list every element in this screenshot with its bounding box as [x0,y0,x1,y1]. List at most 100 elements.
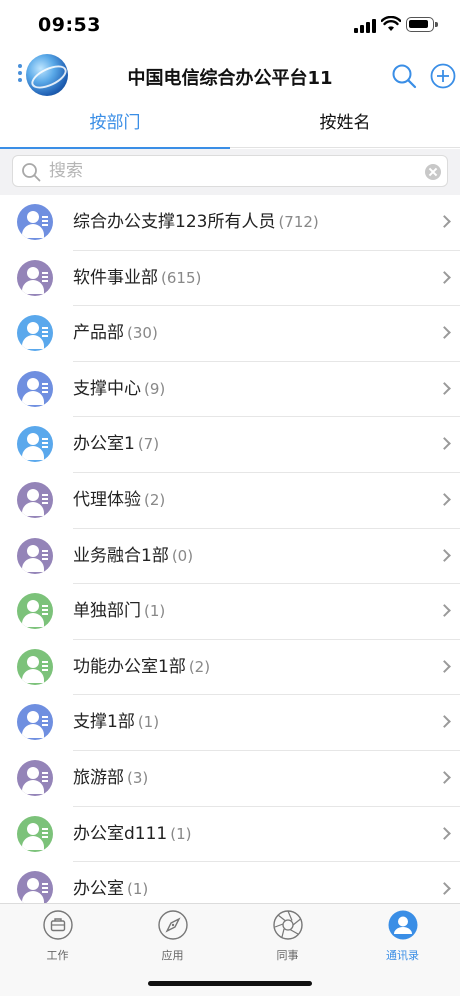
department-label: 功能办公室1部 [73,656,186,677]
department-label: 支撑中心 [73,378,141,399]
department-name: 代理体验 (2) [73,473,165,528]
department-count: (2) [188,657,211,676]
department-name: 业务融合1部 (0) [73,529,193,584]
search-bar [0,149,460,195]
chevron-right-icon [438,270,451,284]
department-row[interactable]: 综合办公支撑123所有人员 (712) [0,195,460,251]
department-label: 代理体验 [73,489,141,510]
chevron-right-icon [438,826,451,840]
department-label: 办公室d111 [73,823,168,844]
department-avatar-icon [17,759,53,796]
department-avatar-icon [17,204,53,240]
chevron-right-icon [438,437,451,451]
segment-tabs: 按部门 按姓名 [0,100,460,149]
department-count: (712) [278,213,319,231]
department-count: (7) [137,435,160,454]
department-avatar-icon [17,259,53,296]
chevron-right-icon [438,659,451,673]
department-label: 产品部 [73,323,124,344]
chevron-right-icon [438,493,451,506]
department-row[interactable]: 办公室d111 (1) [0,807,460,863]
department-count: (1) [144,602,166,621]
department-count: (0) [171,546,194,565]
department-avatar-icon [17,871,53,903]
tab-by-department[interactable]: 按部门 [0,100,230,149]
department-label: 综合办公支撑123所有人员 [73,212,276,232]
department-list: 综合办公支撑123所有人员 (712) 软件事业部 (615) 产品部 (30) 支撑中心(… [0,195,460,903]
add-icon[interactable] [430,63,456,89]
search-icon[interactable] [391,63,417,89]
department-name: 办公室 (1) [73,862,148,903]
tabbar-item-apps[interactable]: 应用 [115,910,230,963]
home-indicator [148,981,312,986]
chevron-right-icon [438,548,451,562]
department-avatar-icon [17,704,53,741]
department-count: (30) [127,324,158,343]
status-bar: 09:53 [0,0,460,52]
department-row[interactable]: 功能办公室1部 (2) [0,640,460,696]
chevron-right-icon [438,771,451,784]
nav-bar: 中国电信综合办公平台11 [0,52,460,100]
department-label: 软件事业部 [73,267,158,288]
department-avatar-icon [17,648,53,685]
department-row[interactable]: 软件事业部 (615) [0,251,460,307]
department-row[interactable]: 支撑中心 (9) [0,362,460,418]
department-row[interactable]: 办公室1 (7) [0,417,460,473]
department-label: 办公室 [73,879,124,900]
department-avatar-icon [17,426,53,463]
chevron-right-icon [438,215,451,228]
battery-icon [406,17,438,32]
search-input[interactable] [49,158,419,184]
tabbar-label: 应用 [161,949,184,962]
department-label: 单独部门 [73,601,141,622]
tabbar-label: 同事 [276,949,299,962]
department-avatar-icon [17,593,53,630]
tabbar-item-contacts[interactable]: 通讯录 [345,910,460,963]
department-name: 软件事业部 (615) [73,251,201,306]
department-row[interactable]: 业务融合1部 (0) [0,529,460,585]
department-avatar-icon [17,370,53,407]
department-name: 产品部 (30) [73,306,158,361]
department-avatar-icon [17,315,53,352]
department-row[interactable]: 产品部 (30) [0,306,460,362]
briefcase-icon [42,910,73,940]
department-row[interactable]: 办公室 (1) [0,862,460,903]
department-count: (3) [127,768,149,787]
department-avatar-icon [17,815,53,852]
department-row[interactable]: 单独部门 (1) [0,584,460,640]
department-name: 支撑中心 (9) [73,362,165,417]
department-count: (1) [127,880,149,899]
department-row[interactable]: 旅游部 (3) [0,751,460,807]
department-label: 支撑1部 [73,712,135,733]
chevron-right-icon [438,604,451,618]
aperture-icon [272,910,303,940]
tabbar-item-work[interactable]: 工作 [0,910,115,963]
department-row[interactable]: 代理体验 (2) [0,473,460,529]
tabbar-label: 通讯录 [386,949,419,962]
department-count: (2) [144,490,166,509]
tabbar-item-colleagues[interactable]: 同事 [230,910,345,963]
department-name: 办公室1 (7) [73,417,159,472]
department-count: (615) [161,268,202,287]
department-name: 单独部门 (1) [73,584,165,639]
department-name: 综合办公支撑123所有人员 (712) [73,195,319,250]
wifi-icon [381,16,401,31]
search-box [12,155,448,187]
department-row[interactable]: 支撑1部 (1) [0,695,460,751]
department-label: 办公室1 [73,434,135,455]
department-name: 旅游部 (3) [73,751,148,806]
department-count: (1) [137,713,160,732]
department-avatar-icon [17,481,53,518]
chevron-right-icon [438,326,451,340]
department-avatar-icon [17,537,53,574]
tab-by-name[interactable]: 按姓名 [230,100,460,148]
chevron-right-icon [438,381,451,395]
department-name: 支撑1部 (1) [73,695,159,750]
department-name: 办公室d111 (1) [73,807,192,862]
contacts-icon [388,910,417,940]
compass-icon [157,910,188,940]
department-label: 业务融合1部 [73,545,169,566]
search-field-icon [22,163,41,182]
clear-icon[interactable] [425,164,441,180]
tabbar-label: 工作 [46,949,69,962]
